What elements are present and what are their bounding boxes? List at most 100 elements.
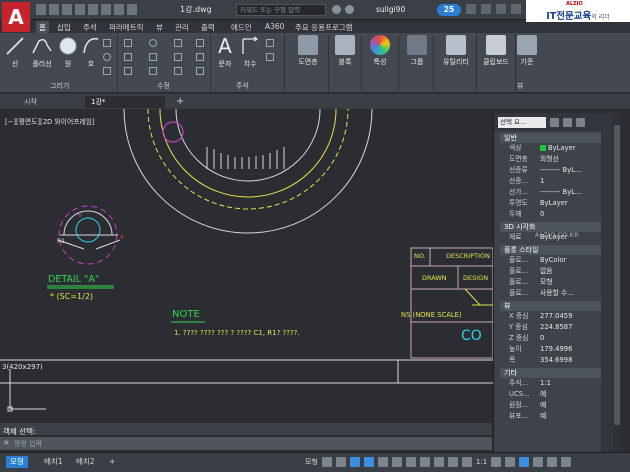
view-section-header[interactable]: 뷰 xyxy=(500,301,611,311)
tab-a360[interactable]: A360 xyxy=(262,21,287,32)
binoculars-icon[interactable] xyxy=(332,5,341,14)
arc-button[interactable]: 호 xyxy=(82,35,100,69)
layout2-tab[interactable]: 배치2 xyxy=(72,456,99,468)
otrack-icon[interactable] xyxy=(391,457,402,467)
property-row[interactable]: 선종... 1 xyxy=(500,176,613,187)
web-icon[interactable] xyxy=(88,4,98,15)
workspace-icon[interactable] xyxy=(491,457,502,467)
minimize-icon[interactable] xyxy=(511,4,521,14)
property-row[interactable]: 폭 354.6998 xyxy=(500,355,613,366)
copy-icon[interactable] xyxy=(124,53,132,61)
account-icon[interactable] xyxy=(481,4,491,14)
misc-section-header[interactable]: 기타 xyxy=(500,368,611,378)
array-icon[interactable] xyxy=(174,67,182,75)
save-as-icon[interactable] xyxy=(75,4,85,15)
username[interactable]: sullgi90 xyxy=(376,5,405,14)
text-button[interactable]: A 문자 xyxy=(215,35,235,69)
offset-icon[interactable] xyxy=(196,67,204,75)
property-row[interactable]: 도면층 외형선 xyxy=(500,154,613,165)
property-row[interactable]: 두께 0 xyxy=(500,209,613,220)
app-menu-button[interactable]: A xyxy=(2,2,30,32)
transparency-icon[interactable] xyxy=(419,457,430,467)
quick-select-icon[interactable] xyxy=(576,117,585,127)
polar-icon[interactable] xyxy=(363,457,374,467)
polyline-button[interactable]: 폴리선 xyxy=(29,35,55,69)
search-input[interactable]: 키워드 또는 구절 입력 xyxy=(236,4,326,16)
property-row[interactable]: 플로... 사용할 수... xyxy=(500,288,613,299)
osnap-icon[interactable] xyxy=(377,457,388,467)
mirror-icon[interactable] xyxy=(149,53,157,61)
annotation-visibility-icon[interactable] xyxy=(447,457,458,467)
property-row[interactable]: 선가... ——— ByL... xyxy=(500,187,613,198)
snap-icon[interactable] xyxy=(335,457,346,467)
ortho-icon[interactable] xyxy=(349,457,360,467)
property-row[interactable]: 주석... 1:1 xyxy=(500,378,613,389)
plot-style-section-header[interactable]: 플롯 스타일 xyxy=(500,245,611,255)
notification-badge[interactable]: 25 xyxy=(437,4,461,16)
property-row[interactable]: 뷰포... 예 xyxy=(500,411,613,422)
trim-icon[interactable] xyxy=(174,39,182,47)
rectangle-icon[interactable] xyxy=(103,39,111,47)
stretch-icon[interactable] xyxy=(124,67,132,75)
property-row[interactable]: 색상 ByLayer xyxy=(500,143,613,154)
model-space-label[interactable]: 모형 xyxy=(305,457,318,467)
property-row[interactable]: 플로... 모형 xyxy=(500,277,613,288)
base-view-button[interactable]: 기준 xyxy=(516,35,538,67)
toggle-pickadd-icon[interactable] xyxy=(550,117,559,127)
general-section-header[interactable]: 일반 xyxy=(500,133,611,143)
customize-icon[interactable] xyxy=(561,457,572,467)
boundary-icon[interactable] xyxy=(103,67,111,75)
rotate-icon[interactable] xyxy=(149,39,157,47)
block-button[interactable]: 블록 xyxy=(332,35,358,67)
property-row[interactable]: 플로... 없음 xyxy=(500,266,613,277)
add-layout-icon[interactable]: + xyxy=(105,456,119,468)
undo-icon[interactable] xyxy=(114,4,124,15)
help-icon[interactable] xyxy=(496,4,506,14)
property-row[interactable]: 플로... ByColor xyxy=(500,255,613,266)
print-icon[interactable] xyxy=(101,4,111,15)
property-row[interactable]: X 중심 277.0459 xyxy=(500,311,613,322)
table-icon[interactable] xyxy=(266,53,274,61)
utilities-button[interactable]: 유틸리티 xyxy=(438,35,474,67)
redo-icon[interactable] xyxy=(127,4,137,15)
property-row[interactable]: 높이 179.4996 xyxy=(500,344,613,355)
lineweight-icon[interactable] xyxy=(405,457,416,467)
open-file-icon[interactable] xyxy=(49,4,59,15)
new-tab-icon[interactable]: + xyxy=(170,96,190,108)
doc-tab-start[interactable]: 시작 xyxy=(18,96,43,108)
annotation-scale-icon[interactable] xyxy=(461,457,472,467)
command-input[interactable]: × 명령 입력 xyxy=(0,437,492,450)
doc-tab-current[interactable]: 1강* xyxy=(85,96,165,108)
scrollbar-thumb[interactable] xyxy=(614,125,620,425)
dimension-button[interactable]: 치수 xyxy=(240,35,260,69)
annotation-scale[interactable]: 1:1 xyxy=(476,457,487,467)
selection-cycling-icon[interactable] xyxy=(433,457,444,467)
layout1-tab[interactable]: 배치1 xyxy=(40,456,67,468)
hardware-acceleration-icon[interactable] xyxy=(533,457,544,467)
explode-icon[interactable] xyxy=(196,53,204,61)
layers-button[interactable]: 도면층 xyxy=(290,35,326,67)
3d-visualization-section-header[interactable]: 3D 시각화 xyxy=(500,222,611,232)
grid-icon[interactable] xyxy=(321,457,332,467)
line-button[interactable]: 선 xyxy=(4,35,26,69)
circle-button[interactable]: 원 xyxy=(58,35,78,69)
hatch-icon[interactable] xyxy=(103,53,111,61)
save-icon[interactable] xyxy=(62,4,72,15)
palette-scrollbar[interactable] xyxy=(613,113,621,461)
leader-icon[interactable] xyxy=(266,39,274,47)
fillet-icon[interactable] xyxy=(174,53,182,61)
property-row[interactable]: 투명도 ByLayer xyxy=(500,198,613,209)
property-row[interactable]: UCS... 예 xyxy=(500,389,613,400)
close-icon[interactable]: × xyxy=(3,438,10,447)
select-objects-icon[interactable] xyxy=(563,117,572,127)
properties-button[interactable]: 특성 xyxy=(366,35,394,67)
erase-icon[interactable] xyxy=(196,39,204,47)
annotation-monitor-icon[interactable] xyxy=(505,457,516,467)
clean-screen-icon[interactable] xyxy=(547,457,558,467)
isolate-icon[interactable] xyxy=(519,457,530,467)
selection-dropdown[interactable]: 선택 요... xyxy=(498,116,546,128)
property-row[interactable]: Y 중심 224.8587 xyxy=(500,322,613,333)
property-row[interactable]: 원점... 예 xyxy=(500,400,613,411)
clipboard-button[interactable]: 클립보드 xyxy=(478,35,514,67)
user-icon[interactable] xyxy=(345,5,354,14)
